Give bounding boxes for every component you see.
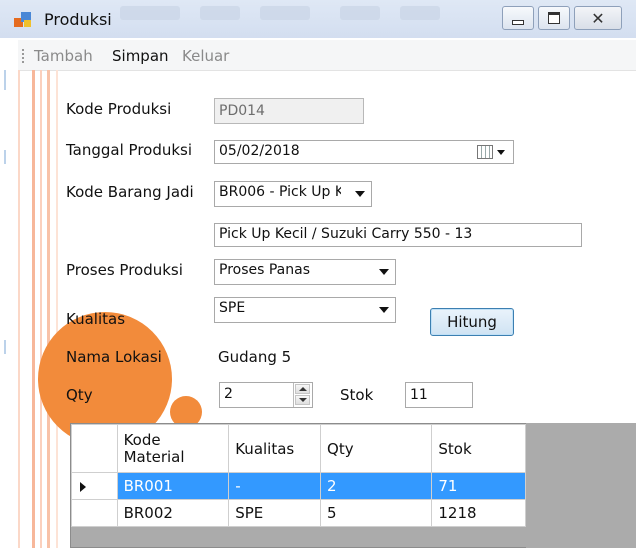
label-nama-lokasi: Nama Lokasi bbox=[66, 348, 162, 366]
calendar-icon[interactable] bbox=[477, 145, 493, 159]
decorative-stripe bbox=[32, 70, 35, 548]
close-icon: ✕ bbox=[591, 8, 605, 28]
window-title: Produksi bbox=[44, 10, 112, 29]
cell-kode-material[interactable]: BR002 bbox=[116, 499, 230, 527]
col-header-qty[interactable]: Qty bbox=[320, 424, 433, 473]
menu-tambah[interactable]: Tambah bbox=[34, 47, 93, 65]
kode-barang-jadi-value: BR006 - Pick Up Ke bbox=[219, 184, 352, 200]
table-row[interactable]: BR002 SPE 5 1218 bbox=[71, 499, 526, 527]
label-tanggal-produksi: Tanggal Produksi bbox=[66, 141, 193, 159]
cell-stok[interactable]: 1218 bbox=[431, 499, 526, 527]
decorative-stripe bbox=[47, 70, 50, 548]
maximize-button[interactable] bbox=[538, 6, 570, 30]
minimize-button[interactable] bbox=[502, 6, 534, 30]
title-bar-blur bbox=[120, 6, 180, 20]
kode-produksi-field[interactable]: PD014 bbox=[214, 98, 364, 124]
label-kode-barang-jadi: Kode Barang Jadi bbox=[66, 183, 194, 201]
title-bar-blur bbox=[340, 6, 380, 20]
produksi-window: Produksi ✕ Tambah Simpan Keluar Kode Pro… bbox=[0, 0, 636, 548]
nama-barang-field[interactable]: Pick Up Kecil / Suzuki Carry 550 - 13 bbox=[214, 223, 582, 247]
minimize-icon bbox=[512, 19, 524, 25]
cell-qty[interactable]: 5 bbox=[320, 499, 433, 527]
menu-bar: Tambah Simpan Keluar bbox=[18, 40, 636, 71]
decrement-icon[interactable] bbox=[295, 395, 310, 405]
menu-simpan[interactable]: Simpan bbox=[112, 47, 169, 65]
cell-kualitas[interactable]: SPE bbox=[228, 499, 322, 527]
chevron-down-icon bbox=[379, 269, 389, 275]
cell-kode-material[interactable]: BR001 bbox=[116, 472, 230, 500]
material-grid[interactable]: Kode Material Kualitas Qty Stok BR001 - … bbox=[70, 423, 526, 548]
tanggal-produksi-value: 05/02/2018 bbox=[219, 143, 300, 159]
tanggal-produksi-datepicker[interactable]: 05/02/2018 bbox=[214, 140, 514, 164]
chevron-down-icon bbox=[379, 307, 389, 313]
increment-icon[interactable] bbox=[295, 384, 310, 394]
col-header-kualitas[interactable]: Kualitas bbox=[228, 424, 322, 473]
kode-barang-jadi-select[interactable]: BR006 - Pick Up Ke bbox=[214, 181, 372, 207]
label-proses-produksi: Proses Produksi bbox=[66, 261, 183, 279]
title-bar[interactable]: Produksi ✕ bbox=[0, 0, 636, 38]
cell-qty[interactable]: 2 bbox=[320, 472, 433, 500]
edge-mark bbox=[4, 70, 6, 90]
qty-value: 2 bbox=[224, 386, 233, 402]
label-kode-produksi: Kode Produksi bbox=[66, 100, 172, 118]
grid-header-row: Kode Material Kualitas Qty Stok bbox=[71, 424, 526, 473]
qty-stepper[interactable]: 2 bbox=[219, 382, 313, 408]
decorative-stripe bbox=[56, 70, 58, 548]
left-edge bbox=[0, 40, 18, 548]
app-icon bbox=[14, 12, 32, 28]
kualitas-value: SPE bbox=[219, 300, 246, 316]
edge-mark bbox=[4, 150, 6, 164]
menu-keluar[interactable]: Keluar bbox=[182, 47, 229, 65]
material-table: Kode Material Kualitas Qty Stok BR001 - … bbox=[71, 424, 526, 527]
decorative-stripe bbox=[18, 70, 20, 548]
col-header-kode-material[interactable]: Kode Material bbox=[116, 424, 230, 473]
stok-field[interactable]: 11 bbox=[405, 382, 473, 408]
grid-corner[interactable] bbox=[71, 424, 118, 473]
kualitas-select[interactable]: SPE bbox=[214, 297, 396, 323]
menu-grip bbox=[22, 49, 24, 63]
label-qty: Qty bbox=[66, 386, 93, 404]
hitung-button[interactable]: Hitung bbox=[430, 308, 514, 336]
title-bar-blur bbox=[260, 6, 310, 20]
cell-kualitas[interactable]: - bbox=[228, 472, 322, 500]
cell-stok[interactable]: 71 bbox=[431, 472, 526, 500]
row-header[interactable] bbox=[71, 472, 118, 500]
title-bar-blur bbox=[400, 6, 440, 20]
qty-stepper-buttons bbox=[293, 383, 312, 407]
title-bar-blur bbox=[200, 6, 240, 20]
proses-produksi-value: Proses Panas bbox=[219, 262, 310, 278]
maximize-icon bbox=[548, 12, 560, 24]
row-pointer-icon bbox=[80, 482, 86, 492]
label-kualitas: Kualitas bbox=[66, 310, 126, 328]
nama-lokasi-value: Gudang 5 bbox=[218, 348, 292, 366]
decorative-stripe bbox=[40, 70, 42, 548]
row-header[interactable] bbox=[71, 499, 118, 527]
grid-background bbox=[526, 423, 636, 548]
close-button[interactable]: ✕ bbox=[574, 6, 622, 30]
col-header-stok[interactable]: Stok bbox=[431, 424, 526, 473]
label-stok: Stok bbox=[340, 386, 374, 404]
table-row[interactable]: BR001 - 2 71 bbox=[71, 472, 526, 500]
chevron-down-icon bbox=[355, 191, 365, 197]
proses-produksi-select[interactable]: Proses Panas bbox=[214, 259, 396, 285]
chevron-down-icon bbox=[497, 150, 505, 155]
edge-mark bbox=[4, 340, 6, 354]
